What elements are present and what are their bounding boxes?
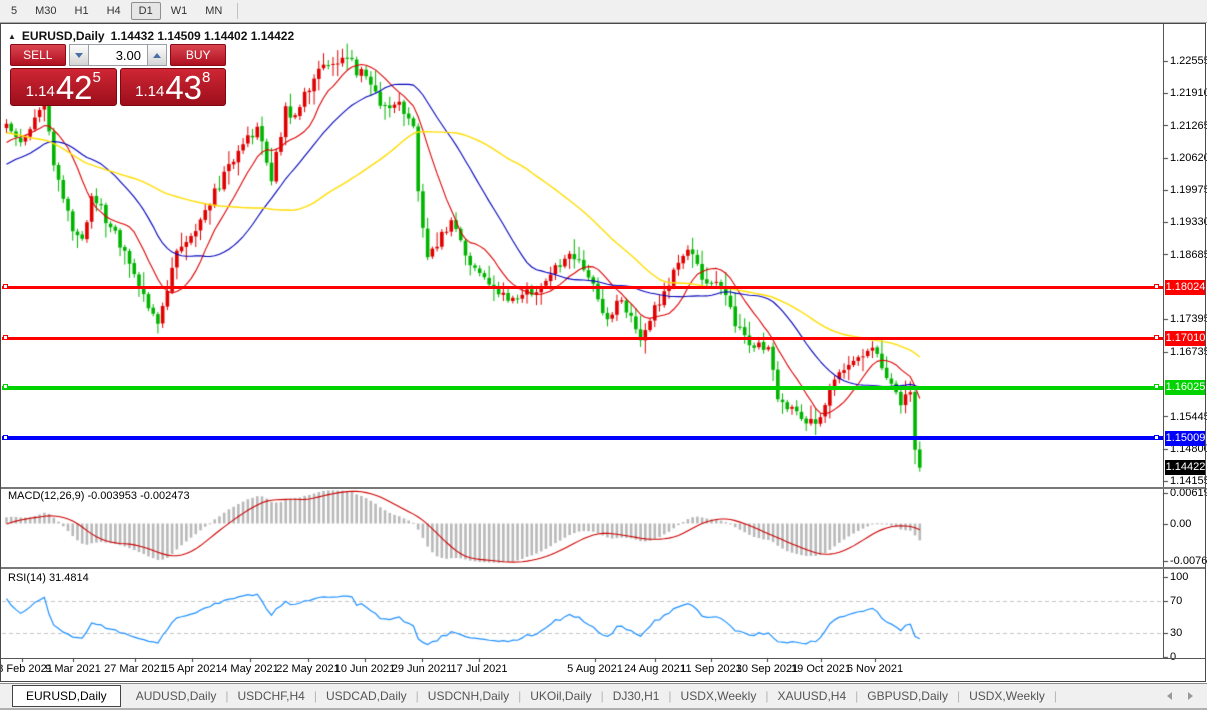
tab-usdcad-daily[interactable]: USDCAD,Daily (317, 686, 416, 706)
price-tick-label: 1.19975 (1170, 184, 1207, 196)
collapse-ohlc-icon[interactable]: ▲ (8, 32, 16, 41)
rsi-axis-label: 0 (1170, 651, 1176, 663)
date-tick-label: 6 Nov 2021 (847, 663, 903, 675)
sell-price-prefix: 1.14 (26, 84, 55, 103)
hline-handle[interactable] (1154, 284, 1159, 289)
sell-price-big: 42 (56, 73, 93, 103)
tab-gbpusd-daily[interactable]: GBPUSD,Daily (858, 686, 957, 706)
tab-scroll-right-icon[interactable] (1188, 692, 1193, 700)
price-tick-label: 1.18685 (1170, 249, 1207, 261)
price-tick-label: 1.19330 (1170, 216, 1207, 228)
tab-usdchf-h4[interactable]: USDCHF,H4 (229, 686, 314, 706)
hline-1-18024[interactable] (2, 286, 1163, 289)
price-tag-1-17010: 1.17010 (1165, 331, 1206, 346)
price-tick-label: 1.17395 (1170, 313, 1207, 325)
rsi-label: RSI(14) 31.4814 (8, 572, 89, 584)
hline-handle[interactable] (1154, 335, 1159, 340)
one-click-trading-panel: SELL BUY 1.14 42 5 1.14 43 8 (10, 44, 226, 106)
date-tick-label: 22 May 2021 (276, 663, 340, 675)
tab-usdx-weekly[interactable]: USDX,Weekly (672, 686, 766, 706)
rsi-axis-label: 30 (1170, 627, 1182, 639)
sell-button[interactable]: SELL (10, 44, 66, 66)
tab-scroll-arrows (1167, 692, 1193, 700)
price-tick-label: 1.21265 (1170, 120, 1207, 132)
date-tick-label: 30 Sep 2021 (736, 663, 798, 675)
hline-handle[interactable] (3, 435, 8, 440)
macd-axis-label: 0.00 (1170, 518, 1191, 530)
macd-label: MACD(12,26,9) -0.003953 -0.002473 (8, 490, 190, 502)
hline-handle[interactable] (3, 284, 8, 289)
tab-usdx-weekly[interactable]: USDX,Weekly (960, 686, 1054, 706)
sell-price-panel[interactable]: 1.14 42 5 (10, 68, 117, 106)
price-tag-1-18024: 1.18024 (1165, 280, 1206, 295)
price-axis-separator (1163, 24, 1164, 659)
chart-ohlc-values: 1.14432 1.14509 1.14402 1.14422 (111, 29, 295, 43)
price-tick-label: 1.22555 (1170, 55, 1207, 67)
buy-price-sup: 8 (202, 70, 210, 85)
date-tick-label: 17 Jul 2021 (451, 663, 508, 675)
price-tick-label: 1.14155 (1170, 475, 1207, 487)
tab-xauusd-h4[interactable]: XAUUSD,H4 (768, 686, 855, 706)
chart-header: ▲ EURUSD,Daily 1.14432 1.14509 1.14402 1… (8, 29, 294, 43)
sell-price-sup: 5 (93, 70, 101, 85)
date-tick-label: 5 Aug 2021 (567, 663, 623, 675)
hline-handle[interactable] (3, 335, 8, 340)
volume-increase-button[interactable] (147, 44, 167, 66)
symbol-tab-bar: EURUSD,DailyAUDUSD,Daily|USDCHF,H4|USDCA… (0, 683, 1207, 710)
hline-1-15009[interactable] (2, 436, 1163, 440)
hline-1-1701[interactable] (2, 337, 1163, 340)
price-tick-label: 1.16735 (1170, 346, 1207, 358)
hline-handle[interactable] (1154, 384, 1159, 389)
macd-panel-separator[interactable] (1, 487, 1205, 489)
date-axis-separator (1, 658, 1205, 659)
buy-button[interactable]: BUY (170, 44, 226, 66)
date-tick-label: 24 Aug 2021 (624, 663, 686, 675)
price-tag-1-14422: 1.14422 (1165, 460, 1206, 475)
date-tick-label: 19 Oct 2021 (791, 663, 851, 675)
volume-input[interactable] (89, 44, 147, 66)
tab-list: EURUSD,DailyAUDUSD,Daily|USDCHF,H4|USDCA… (12, 685, 1057, 707)
price-tag-1-15009: 1.15009 (1165, 431, 1206, 446)
price-tick-label: 1.21910 (1170, 87, 1207, 99)
tab-dj30-h1[interactable]: DJ30,H1 (604, 686, 669, 706)
price-tag-1-16025: 1.16025 (1165, 380, 1206, 395)
hline-handle[interactable] (1154, 435, 1159, 440)
hline-handle[interactable] (3, 384, 8, 389)
tab-audusd-daily[interactable]: AUDUSD,Daily (127, 686, 226, 706)
macd-axis-label: -0.007621 (1170, 555, 1207, 567)
date-tick-label: 10 Jun 2021 (335, 663, 396, 675)
rsi-panel-separator[interactable] (1, 567, 1205, 569)
price-tick-label: 1.20620 (1170, 152, 1207, 164)
date-tick-label: 9 Mar 2021 (45, 663, 101, 675)
price-tick-label: 1.15445 (1170, 411, 1207, 423)
date-tick-label: 27 Mar 2021 (104, 663, 166, 675)
volume-decrease-button[interactable] (69, 44, 89, 66)
hline-1-16025[interactable] (2, 386, 1163, 390)
date-tick-label: 29 Jun 2021 (392, 663, 453, 675)
tab-separator: | (1054, 689, 1057, 703)
buy-price-prefix: 1.14 (135, 84, 164, 103)
spin-down-icon (75, 53, 83, 58)
rsi-axis-label: 100 (1170, 571, 1188, 583)
date-tick-label: 15 Apr 2021 (162, 663, 221, 675)
rsi-axis-label: 70 (1170, 595, 1182, 607)
tab-scroll-left-icon[interactable] (1167, 692, 1172, 700)
tab-eurusd-daily[interactable]: EURUSD,Daily (12, 685, 121, 707)
tab-ukoil-daily[interactable]: UKOil,Daily (521, 686, 600, 706)
tab-usdcnh-daily[interactable]: USDCNH,Daily (419, 686, 518, 706)
date-tick-label: 11 Sep 2021 (680, 663, 742, 675)
spin-up-icon (153, 53, 161, 58)
date-tick-label: 4 May 2021 (221, 663, 278, 675)
buy-price-panel[interactable]: 1.14 43 8 (120, 68, 227, 106)
chart-canvas[interactable] (0, 0, 1207, 710)
buy-price-big: 43 (165, 73, 202, 103)
chart-symbol-label: EURUSD,Daily (22, 29, 105, 43)
